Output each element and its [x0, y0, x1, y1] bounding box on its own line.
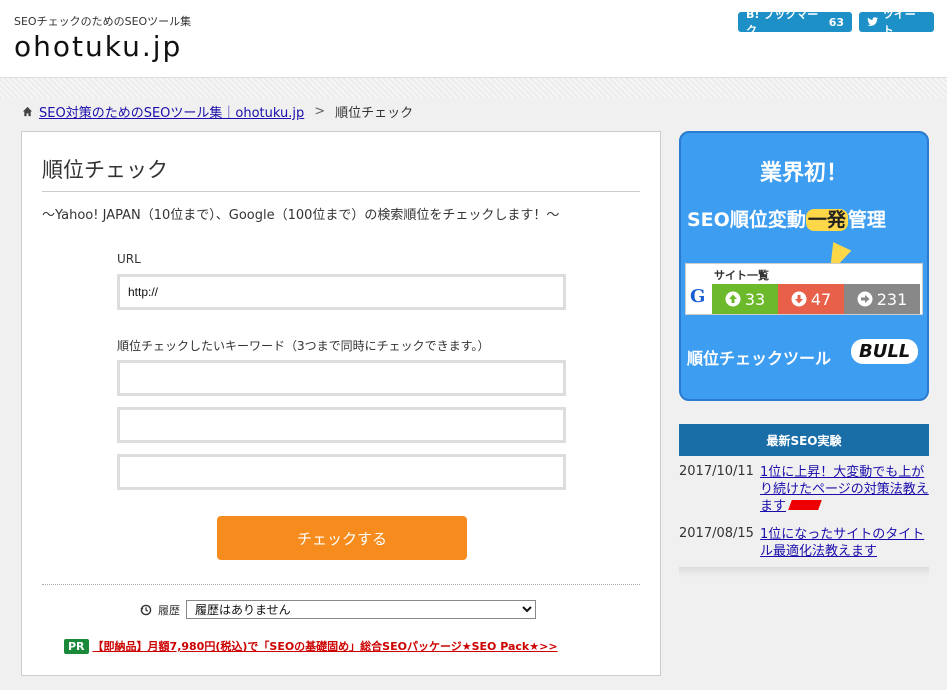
- stat-up: 33: [712, 284, 778, 314]
- news-scroll-fade: [679, 567, 929, 577]
- section-divider: [42, 584, 640, 585]
- keyword-input-3[interactable]: [117, 454, 566, 490]
- news-item: 2017/10/11 1位に上昇！大変動でも上がり続けたページの対策法教えます: [679, 464, 929, 515]
- pr-badge: PR: [64, 638, 89, 654]
- google-g-icon: G: [690, 286, 706, 307]
- url-input[interactable]: [117, 274, 566, 310]
- page-title: 順位チェック: [42, 158, 168, 182]
- banner-main-highlight: 一発: [805, 209, 848, 231]
- pr-row: PR 【即納品】月額7,980円(税込)で「SEOの基礎固め」総合SEOパッケー…: [64, 638, 558, 654]
- keyword-label: 順位チェックしたいキーワード（3つまで同時にチェックできます。）: [117, 339, 490, 353]
- news-title-text: 1位に上昇！大変動でも上がり続けたページの対策法教えます: [760, 465, 929, 514]
- banner-headline: 業界初！: [759, 161, 848, 186]
- check-button[interactable]: チェックする: [217, 516, 467, 560]
- news-date: 2017/08/15: [679, 526, 754, 541]
- keyword-input-1[interactable]: [117, 360, 566, 396]
- banner-main-before: SEO順位変動: [687, 209, 806, 231]
- arrow-right-circle-icon: [857, 291, 873, 307]
- twitter-bird-icon: [867, 17, 879, 26]
- news-item: 2017/08/15 1位になったサイトのタイトル最適化法教えます: [679, 526, 929, 560]
- site-title[interactable]: ohotuku.jp: [14, 30, 182, 63]
- news-title-link[interactable]: 1位になったサイトのタイトル最適化法教えます: [760, 526, 929, 560]
- site-tagline: SEOチェックのためのSEOツール集: [14, 15, 192, 28]
- rank-check-panel: 順位チェック 〜Yahoo! JAPAN（10位まで）、Google（100位ま…: [21, 131, 661, 676]
- stat-up-value: 33: [744, 289, 766, 309]
- page-subtitle: 〜Yahoo! JAPAN（10位まで）、Google（100位まで）の検索順位…: [42, 208, 560, 223]
- url-label: URL: [117, 252, 141, 266]
- banner-bottom-text: 順位チェックツール: [687, 349, 832, 368]
- stat-flat-value: 231: [876, 289, 908, 309]
- stat-down: 47: [778, 284, 844, 314]
- banner-main-after: 管理: [847, 209, 886, 231]
- arrow-down-circle-icon: [791, 291, 807, 307]
- arrow-up-circle-icon: [725, 291, 741, 307]
- stat-down-value: 47: [810, 289, 832, 309]
- banner-main-text: SEO順位変動 一発 管理: [687, 205, 886, 232]
- bull-logo: BULL: [851, 339, 919, 364]
- hatena-bookmark-count: 63: [828, 15, 844, 29]
- keyword-input-2[interactable]: [117, 407, 566, 443]
- history-row: 履歴 履歴はありません: [140, 600, 536, 619]
- tweet-button[interactable]: ツイート: [859, 8, 934, 37]
- banner-panel-title: サイト一覧: [714, 269, 769, 282]
- breadcrumb-separator: >: [314, 104, 326, 119]
- pr-link[interactable]: 【即納品】月額7,980円(税込)で「SEOの基礎固め」総合SEOパッケージ★S…: [93, 638, 558, 654]
- history-select[interactable]: 履歴はありません: [186, 600, 536, 619]
- history-label: 履歴: [158, 603, 180, 617]
- header-stripe-divider: [0, 78, 947, 98]
- home-icon: [22, 106, 33, 117]
- new-badge: [788, 500, 822, 510]
- stat-flat: 231: [844, 284, 920, 314]
- latest-seo-heading: 最新SEO実験: [679, 424, 929, 456]
- banner-stats-panel: サイト一覧 G 33 47 231: [685, 263, 923, 315]
- tweet-label: ツイート: [882, 8, 916, 37]
- hatena-bookmark-label: B! ブックマーク: [746, 8, 819, 37]
- news-title-link[interactable]: 1位に上昇！大変動でも上がり続けたページの対策法教えます: [760, 464, 929, 515]
- site-header: SEOチェックのためのSEOツール集 ohotuku.jp B! ブックマーク …: [0, 0, 947, 78]
- bull-banner-ad[interactable]: 業界初！ SEO順位変動 一発 管理 サイト一覧 G 33 47 231 順位チェッ…: [679, 131, 929, 401]
- breadcrumb-home-link[interactable]: SEO対策のためのSEOツール集｜ohotuku.jp: [39, 102, 304, 121]
- title-divider: [42, 191, 640, 192]
- breadcrumb-current: 順位チェック: [335, 106, 414, 121]
- clock-icon: [140, 604, 152, 615]
- news-date: 2017/10/11: [679, 464, 754, 479]
- hatena-bookmark-button[interactable]: B! ブックマーク 63: [738, 8, 852, 37]
- breadcrumb: SEO対策のためのSEOツール集｜ohotuku.jp > 順位チェック: [22, 102, 413, 121]
